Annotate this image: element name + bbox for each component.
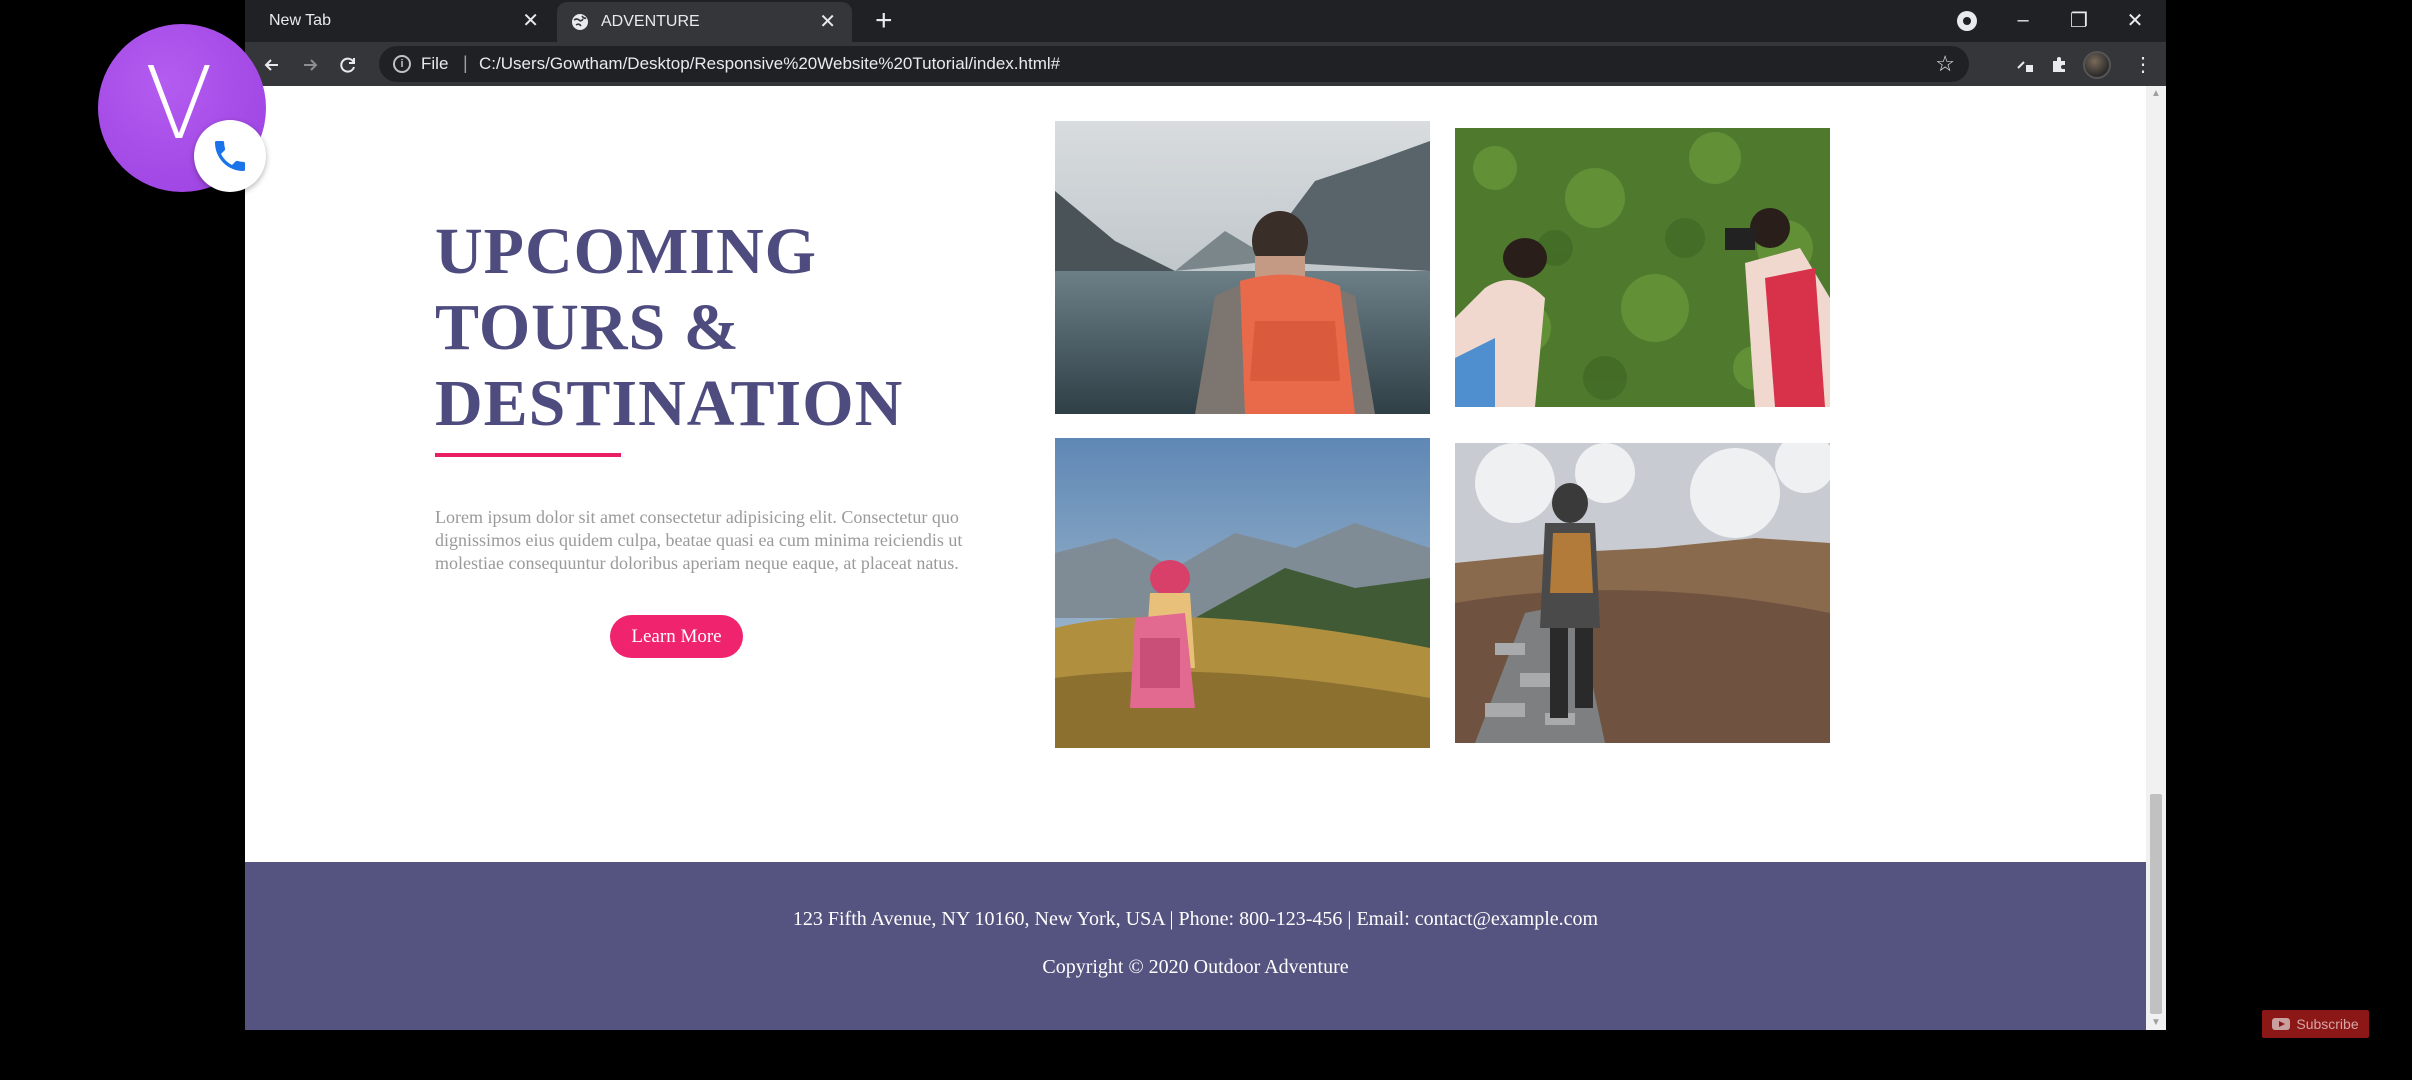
youtube-icon xyxy=(2272,1018,2291,1030)
tab-bar: New Tab ✕ ADVENTURE ✕ + – ❐ ✕ xyxy=(245,0,2166,42)
close-icon[interactable]: ✕ xyxy=(522,11,539,31)
menu-kebab-icon[interactable]: ⋮ xyxy=(2129,50,2157,78)
back-arrow-icon[interactable] xyxy=(257,50,287,80)
girl-mountains-photo xyxy=(1055,438,1430,748)
browser-toolbar: i File | C:/Users/Gowtham/Desktop/Respon… xyxy=(245,42,2166,86)
tab-adventure[interactable]: ADVENTURE ✕ xyxy=(557,2,852,42)
subscribe-label: Subscribe xyxy=(2296,1016,2359,1032)
media-control-icon[interactable] xyxy=(1957,11,1977,31)
globe-icon xyxy=(571,13,589,31)
section-heading: UPCOMING TOURS & DESTINATION xyxy=(435,215,904,440)
url-text[interactable]: C:/Users/Gowtham/Desktop/Responsive%20We… xyxy=(479,54,1060,74)
scheme-separator: | xyxy=(463,53,468,73)
minimize-button[interactable]: – xyxy=(1997,0,2049,40)
hiker-lake-photo xyxy=(1055,121,1430,414)
scroll-down-arrow-icon[interactable]: ▼ xyxy=(2151,1017,2161,1028)
phone-icon[interactable] xyxy=(194,120,266,192)
page-footer: 123 Fifth Avenue, NY 10160, New York, US… xyxy=(245,862,2146,1030)
tab-search-icon[interactable] xyxy=(2011,50,2039,78)
tab-label: New Tab xyxy=(269,12,331,29)
scheme-label: File xyxy=(421,54,449,73)
tab-label: ADVENTURE xyxy=(601,13,700,30)
new-tab-button[interactable]: + xyxy=(875,4,893,38)
heading-underline xyxy=(435,453,621,457)
footer-contact: 123 Fifth Avenue, NY 10160, New York, US… xyxy=(792,908,1599,930)
page-scrollbar[interactable]: ▲ ▼ xyxy=(2146,86,2166,1030)
extensions-puzzle-icon[interactable] xyxy=(2045,50,2073,78)
close-icon[interactable]: ✕ xyxy=(819,12,836,32)
footer-copyright: Copyright © 2020 Outdoor Adventure xyxy=(1042,956,1349,978)
close-window-button[interactable]: ✕ xyxy=(2109,0,2161,40)
restore-button[interactable]: ❐ xyxy=(2053,0,2105,40)
learn-more-button[interactable]: Learn More xyxy=(610,615,743,658)
browser-window: New Tab ✕ ADVENTURE ✕ + – ❐ ✕ i File | C… xyxy=(245,0,2166,1030)
hiker-rocky-trail-photo xyxy=(1455,443,1830,743)
photographers-grass-photo xyxy=(1455,128,1830,407)
section-description: Lorem ipsum dolor sit amet consectetur a… xyxy=(435,507,963,573)
tab-new-tab[interactable]: New Tab ✕ xyxy=(245,0,555,42)
scroll-up-arrow-icon[interactable]: ▲ xyxy=(2151,88,2161,99)
page-viewport: UPCOMING TOURS & DESTINATION Lorem ipsum… xyxy=(245,86,2146,1030)
subscribe-button[interactable]: Subscribe xyxy=(2262,1010,2369,1038)
forward-arrow-icon[interactable] xyxy=(295,50,325,80)
reload-icon[interactable] xyxy=(333,50,363,80)
bookmark-star-icon[interactable]: ☆ xyxy=(1935,51,1955,77)
address-bar[interactable]: i File | C:/Users/Gowtham/Desktop/Respon… xyxy=(379,46,1969,82)
profile-avatar[interactable] xyxy=(2083,51,2111,79)
scroll-thumb[interactable] xyxy=(2150,794,2162,1014)
info-icon[interactable]: i xyxy=(393,55,411,73)
